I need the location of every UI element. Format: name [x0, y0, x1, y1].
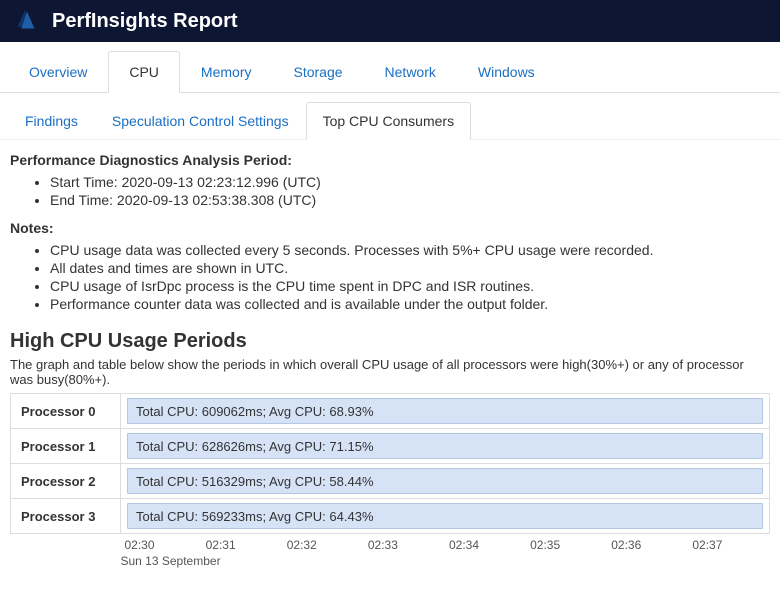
x-axis-ticks: 02:30 02:31 02:32 02:33 02:34 02:35 02:3… — [121, 534, 770, 552]
highcpu-desc: The graph and table below show the perio… — [10, 357, 770, 387]
processor-bar-cell: Total CPU: 516329ms; Avg CPU: 58.44% — [121, 464, 770, 499]
note-item: All dates and times are shown in UTC. — [50, 260, 770, 276]
processor-table: Processor 0 Total CPU: 609062ms; Avg CPU… — [10, 393, 770, 572]
note-item: CPU usage data was collected every 5 sec… — [50, 242, 770, 258]
subtab-findings[interactable]: Findings — [8, 102, 95, 140]
x-axis-date: Sun 13 September — [121, 554, 221, 568]
content-panel: Performance Diagnostics Analysis Period:… — [0, 140, 780, 592]
processor-name: Processor 2 — [11, 464, 121, 499]
x-tick: 02:33 — [364, 534, 445, 552]
processor-name: Processor 1 — [11, 429, 121, 464]
notes-list: CPU usage data was collected every 5 sec… — [10, 242, 770, 312]
sub-tabs: Findings Speculation Control Settings To… — [0, 101, 780, 140]
highcpu-heading: High CPU Usage Periods — [10, 330, 770, 353]
x-tick: 02:36 — [607, 534, 688, 552]
page-title: PerfInsights Report — [52, 10, 238, 33]
app-header: PerfInsights Report — [0, 0, 780, 42]
tab-windows[interactable]: Windows — [457, 51, 556, 93]
cpu-bar[interactable]: Total CPU: 628626ms; Avg CPU: 71.15% — [127, 433, 763, 459]
x-tick: 02:30 — [121, 534, 202, 552]
analysis-end-time: End Time: 2020-09-13 02:53:38.308 (UTC) — [50, 192, 770, 208]
cpu-bar[interactable]: Total CPU: 516329ms; Avg CPU: 58.44% — [127, 468, 763, 494]
processor-bar-cell: Total CPU: 569233ms; Avg CPU: 64.43% — [121, 499, 770, 534]
note-item: CPU usage of IsrDpc process is the CPU t… — [50, 278, 770, 294]
tab-storage[interactable]: Storage — [272, 51, 363, 93]
x-tick: 02:37 — [688, 534, 769, 552]
subtab-speculation[interactable]: Speculation Control Settings — [95, 102, 306, 140]
table-row: Processor 3 Total CPU: 569233ms; Avg CPU… — [11, 499, 770, 534]
table-row: Processor 1 Total CPU: 628626ms; Avg CPU… — [11, 429, 770, 464]
main-tabs: Overview CPU Memory Storage Network Wind… — [0, 50, 780, 93]
x-tick: 02:32 — [283, 534, 364, 552]
x-tick: 02:31 — [202, 534, 283, 552]
processor-name: Processor 0 — [11, 394, 121, 429]
x-tick: 02:34 — [445, 534, 526, 552]
subtab-top-cpu[interactable]: Top CPU Consumers — [306, 102, 472, 140]
processor-name: Processor 3 — [11, 499, 121, 534]
notes-heading: Notes: — [10, 220, 770, 236]
analysis-period-list: Start Time: 2020-09-13 02:23:12.996 (UTC… — [10, 174, 770, 208]
azure-logo-icon — [12, 6, 42, 36]
cpu-bar[interactable]: Total CPU: 569233ms; Avg CPU: 64.43% — [127, 503, 763, 529]
axis-row: 02:30 02:31 02:32 02:33 02:34 02:35 02:3… — [11, 534, 770, 572]
analysis-start-time: Start Time: 2020-09-13 02:23:12.996 (UTC… — [50, 174, 770, 190]
note-item: Performance counter data was collected a… — [50, 296, 770, 312]
tab-network[interactable]: Network — [364, 51, 457, 93]
tab-overview[interactable]: Overview — [8, 51, 108, 93]
processor-bar-cell: Total CPU: 609062ms; Avg CPU: 68.93% — [121, 394, 770, 429]
analysis-period-heading: Performance Diagnostics Analysis Period: — [10, 152, 770, 168]
x-tick: 02:35 — [526, 534, 607, 552]
processor-bar-cell: Total CPU: 628626ms; Avg CPU: 71.15% — [121, 429, 770, 464]
table-row: Processor 0 Total CPU: 609062ms; Avg CPU… — [11, 394, 770, 429]
table-row: Processor 2 Total CPU: 516329ms; Avg CPU… — [11, 464, 770, 499]
tab-cpu[interactable]: CPU — [108, 51, 180, 93]
cpu-bar[interactable]: Total CPU: 609062ms; Avg CPU: 68.93% — [127, 398, 763, 424]
tab-memory[interactable]: Memory — [180, 51, 273, 93]
